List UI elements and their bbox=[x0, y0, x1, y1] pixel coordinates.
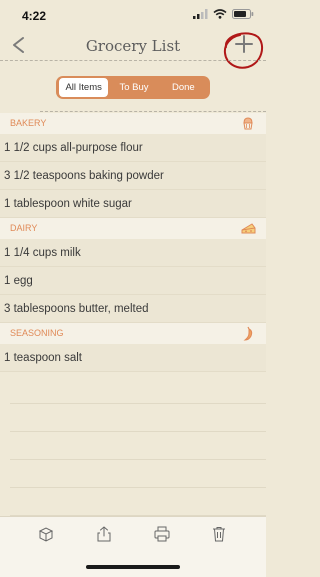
cheese-icon bbox=[241, 223, 256, 234]
section-label: SEASONING bbox=[10, 328, 64, 338]
segment-all-items[interactable]: All Items bbox=[58, 77, 110, 98]
segment-to-buy[interactable]: To Buy bbox=[109, 78, 158, 97]
wifi-icon bbox=[213, 9, 227, 19]
share-icon[interactable] bbox=[95, 525, 113, 543]
nav-bar: Grocery List bbox=[0, 30, 266, 60]
status-bar: 4:22 bbox=[0, 0, 266, 30]
list-item[interactable]: 3 tablespoons butter, melted bbox=[0, 295, 266, 323]
signal-icon bbox=[193, 9, 208, 19]
status-time: 4:22 bbox=[22, 9, 47, 23]
cupcake-icon bbox=[243, 117, 253, 130]
segment-done[interactable]: Done bbox=[159, 78, 208, 97]
page-title: Grocery List bbox=[85, 37, 181, 55]
list-item[interactable]: 1 egg bbox=[0, 267, 266, 295]
list-item[interactable]: 1 tablespoon white sugar bbox=[0, 190, 266, 218]
battery-icon bbox=[232, 9, 254, 19]
chili-pepper-icon bbox=[243, 326, 253, 341]
list-item[interactable]: 3 1/2 teaspoons baking powder bbox=[0, 162, 266, 190]
trash-icon[interactable] bbox=[210, 525, 228, 543]
empty-row bbox=[10, 404, 266, 432]
empty-row bbox=[10, 460, 266, 488]
open-box-icon[interactable] bbox=[37, 525, 55, 543]
empty-row bbox=[10, 432, 266, 460]
status-icons bbox=[193, 9, 254, 19]
empty-row bbox=[10, 376, 266, 404]
list-item[interactable]: 1 1/4 cups milk bbox=[0, 239, 266, 267]
section-header-dairy: DAIRY bbox=[0, 218, 266, 239]
section-label: DAIRY bbox=[10, 223, 38, 233]
printer-icon[interactable] bbox=[153, 525, 171, 543]
header-divider bbox=[0, 60, 266, 61]
section-header-seasoning: SEASONING bbox=[0, 323, 266, 344]
grocery-list: BAKERY 1 1/2 cups all-purpose flour 3 1/… bbox=[0, 113, 266, 372]
empty-row bbox=[10, 488, 266, 516]
section-label: BAKERY bbox=[10, 118, 47, 128]
list-item[interactable]: 1 1/2 cups all-purpose flour bbox=[0, 134, 266, 162]
home-indicator bbox=[86, 565, 180, 569]
list-item[interactable]: 1 teaspoon salt bbox=[0, 344, 266, 372]
empty-list-lines bbox=[10, 376, 266, 516]
list-divider bbox=[40, 111, 266, 112]
add-icon[interactable] bbox=[232, 32, 256, 56]
section-header-bakery: BAKERY bbox=[0, 113, 266, 134]
filter-segmented-control: All Items To Buy Done bbox=[56, 76, 210, 99]
